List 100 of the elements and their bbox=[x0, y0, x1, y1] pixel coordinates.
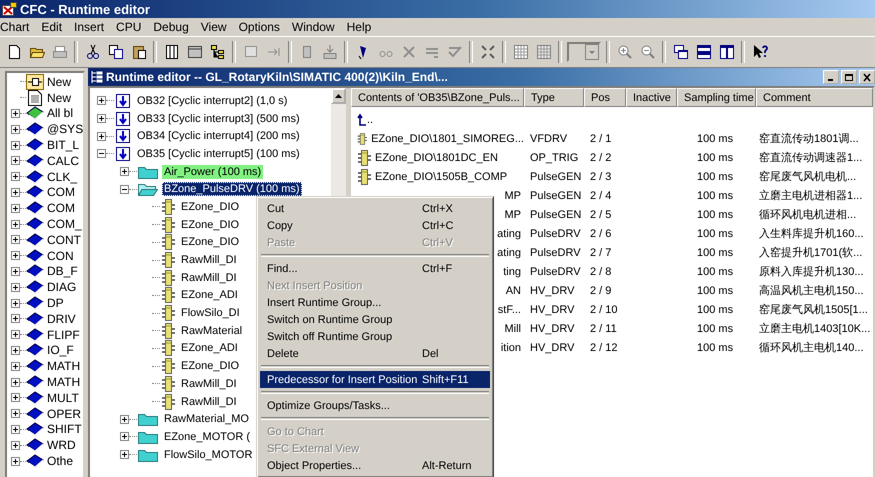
library-item[interactable]: IO_F bbox=[46, 343, 75, 358]
library-item[interactable]: COM bbox=[46, 185, 76, 200]
library-item[interactable]: COM_ bbox=[46, 217, 83, 232]
library-item[interactable]: New bbox=[46, 74, 72, 89]
expand-icon[interactable] bbox=[11, 266, 20, 276]
maximize-icon[interactable] bbox=[844, 72, 854, 82]
menu-item[interactable]: CPU bbox=[110, 20, 148, 34]
library-item[interactable]: WRD bbox=[46, 438, 77, 452]
expand-icon[interactable] bbox=[11, 298, 20, 308]
tree-item[interactable]: RawMill_DI bbox=[179, 394, 239, 409]
library-item[interactable]: MATH bbox=[46, 375, 82, 390]
expand-icon[interactable] bbox=[11, 282, 20, 292]
expand-icon[interactable] bbox=[11, 362, 20, 371]
expand-icon[interactable] bbox=[11, 172, 20, 182]
menu-item[interactable]: Find... Ctrl+F bbox=[260, 260, 490, 277]
single-view-icon[interactable] bbox=[186, 44, 202, 60]
tray-icon[interactable] bbox=[322, 44, 338, 60]
column-header[interactable]: Type bbox=[524, 88, 584, 107]
menu-item[interactable]: View bbox=[194, 20, 233, 34]
menu-item[interactable]: Switch on Runtime Group bbox=[260, 311, 490, 328]
library-item[interactable]: OPER bbox=[46, 406, 82, 421]
menu-item[interactable]: Switch off Runtime Group bbox=[260, 328, 490, 345]
expand-icon[interactable] bbox=[120, 432, 129, 442]
help-pointer-icon[interactable] bbox=[752, 44, 768, 60]
fit-icon[interactable] bbox=[480, 44, 496, 60]
expand-icon[interactable] bbox=[11, 346, 20, 355]
tree-item[interactable]: RawMaterial bbox=[179, 324, 244, 338]
library-item[interactable]: DB_F bbox=[46, 264, 79, 278]
tree-item[interactable]: RawMaterial_MO bbox=[162, 412, 251, 426]
expand-icon[interactable] bbox=[11, 204, 20, 213]
menu-item[interactable]: Insert bbox=[68, 20, 110, 34]
grid-icon[interactable] bbox=[512, 44, 528, 60]
close-icon[interactable] bbox=[862, 72, 872, 82]
column-header[interactable]: Sampling time bbox=[677, 88, 756, 107]
expand-icon[interactable] bbox=[11, 330, 20, 340]
tree-item[interactable]: OB34 [Cyclic interrupt4] (200 ms) bbox=[135, 129, 302, 144]
expand-icon[interactable] bbox=[11, 424, 20, 434]
library-item[interactable]: Othe bbox=[46, 454, 74, 468]
tree-view-icon[interactable] bbox=[210, 44, 226, 60]
tree-item[interactable]: BZone_PulseDRV (100 ms) bbox=[162, 182, 302, 196]
tree-item[interactable]: OB32 [Cyclic interrupt2] (1,0 s) bbox=[135, 94, 290, 108]
collapse-icon[interactable] bbox=[97, 149, 106, 158]
library-item[interactable]: SHIFT bbox=[46, 422, 83, 436]
expand-icon[interactable] bbox=[97, 114, 106, 124]
tree-item[interactable]: OB33 [Cyclic interrupt3] (500 ms) bbox=[135, 112, 302, 126]
menu-item[interactable]: Options bbox=[232, 20, 286, 34]
menu-item[interactable]: Window bbox=[286, 20, 341, 34]
zoom-combo[interactable] bbox=[567, 42, 601, 62]
library-item[interactable]: BIT_L bbox=[46, 138, 80, 152]
paste-icon[interactable] bbox=[130, 44, 146, 60]
zoom-in-icon[interactable] bbox=[616, 44, 632, 60]
expand-icon[interactable] bbox=[11, 220, 20, 229]
expand-icon[interactable] bbox=[97, 132, 106, 141]
expand-icon[interactable] bbox=[11, 156, 20, 166]
tree-item[interactable]: RawMill_DI bbox=[179, 376, 239, 391]
tree-item[interactable]: EZone_ADI bbox=[179, 288, 240, 302]
tree-item[interactable]: EZone_DIO bbox=[179, 218, 242, 232]
parent-link[interactable]: .. bbox=[367, 114, 374, 126]
expand-icon[interactable] bbox=[120, 167, 129, 176]
menu-item[interactable]: Debug bbox=[147, 20, 195, 34]
library-item[interactable]: CLK_ bbox=[46, 170, 78, 184]
expand-icon[interactable] bbox=[11, 440, 20, 450]
tree-item[interactable]: EZone_DIO bbox=[179, 359, 242, 374]
library-item[interactable]: DP bbox=[46, 296, 65, 310]
split-view-icon[interactable] bbox=[164, 44, 180, 60]
tree-item[interactable]: EZone_ADI bbox=[179, 341, 240, 356]
zoom-out-icon[interactable] bbox=[640, 44, 656, 60]
printer-icon[interactable] bbox=[52, 44, 68, 60]
expand-icon[interactable] bbox=[11, 235, 20, 244]
library-item[interactable]: FLIPF bbox=[46, 328, 81, 342]
grid-icon[interactable] bbox=[536, 44, 552, 60]
library-item[interactable]: MATH bbox=[46, 359, 82, 374]
scroll-up-icon[interactable] bbox=[335, 94, 342, 98]
library-item[interactable]: DRIV bbox=[46, 312, 77, 326]
library-item[interactable]: New bbox=[46, 90, 72, 105]
expand-icon[interactable] bbox=[11, 108, 20, 118]
library-item[interactable]: All bl bbox=[46, 106, 74, 120]
library-item[interactable]: CON bbox=[46, 248, 75, 263]
column-header[interactable]: Contents of 'OB35\BZone_Puls... bbox=[351, 88, 524, 107]
check-icon[interactable] bbox=[446, 44, 462, 60]
tree-item[interactable]: EZone_DIO bbox=[179, 235, 242, 250]
tree-item[interactable]: RawMill_DI bbox=[179, 270, 239, 285]
column-header[interactable]: Comment bbox=[756, 88, 873, 107]
expand-icon[interactable] bbox=[11, 140, 20, 150]
expand-icon[interactable] bbox=[97, 96, 106, 106]
expand-icon[interactable] bbox=[11, 124, 20, 134]
column-header[interactable]: Pos bbox=[584, 88, 626, 107]
expand-icon[interactable] bbox=[11, 314, 20, 324]
cut-icon[interactable] bbox=[84, 44, 100, 60]
copy-icon[interactable] bbox=[108, 44, 124, 60]
expand-icon[interactable] bbox=[11, 409, 20, 418]
library-item[interactable]: CALC bbox=[46, 154, 80, 168]
menu-item[interactable]: Delete Del bbox=[260, 345, 490, 362]
tree-item[interactable]: RawMill_DI bbox=[179, 253, 239, 268]
menu-item[interactable]: Cut Ctrl+X bbox=[260, 200, 490, 217]
library-item[interactable]: CONT bbox=[46, 232, 82, 247]
menu-item[interactable]: Object Properties... Alt-Return bbox=[260, 457, 490, 474]
expand-icon[interactable] bbox=[11, 456, 20, 466]
tree-item[interactable]: FlowSilo_MOTOR bbox=[162, 448, 254, 462]
expand-icon[interactable] bbox=[11, 188, 20, 197]
